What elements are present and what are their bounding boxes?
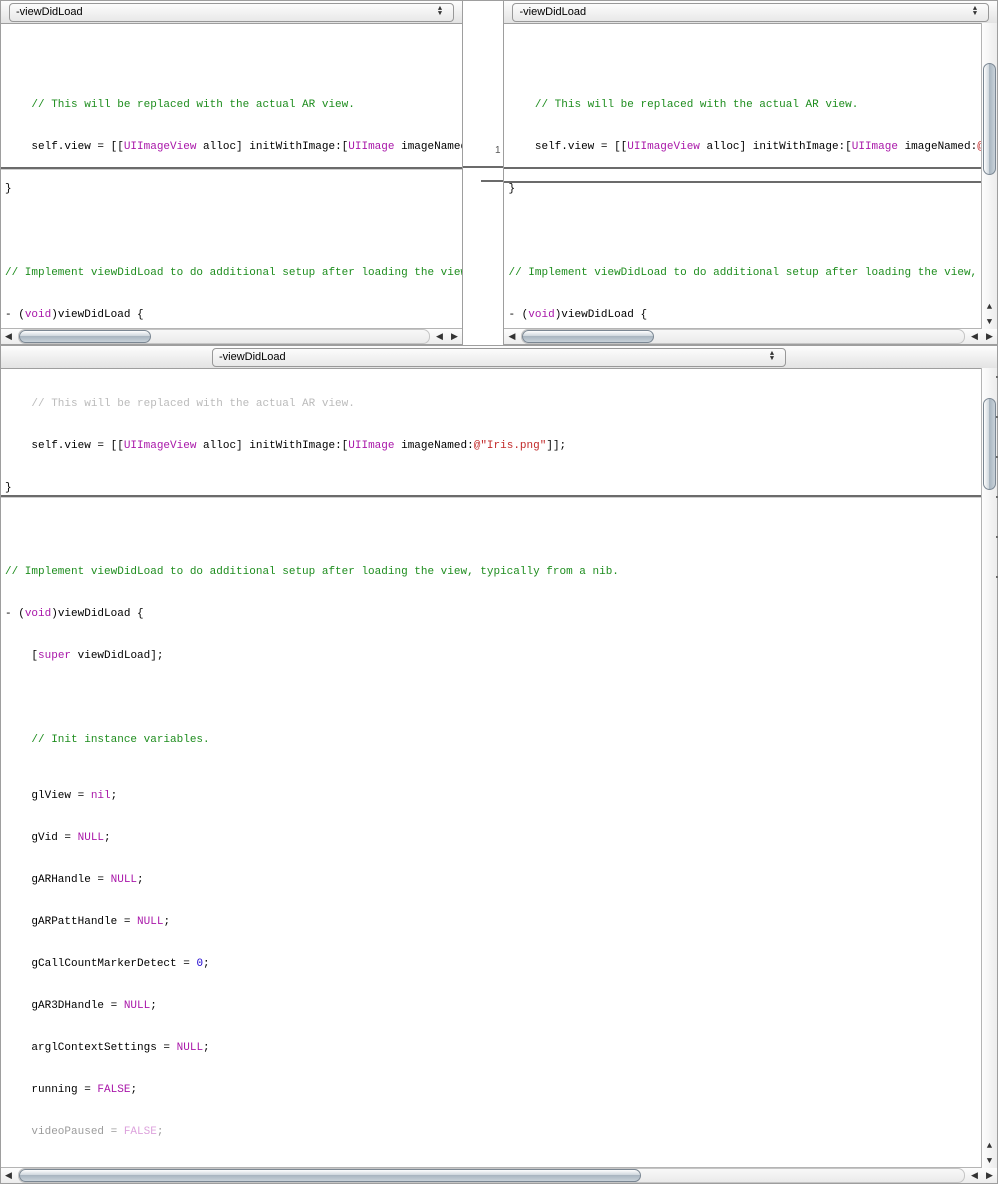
hscroll-thumb[interactable] xyxy=(19,330,151,343)
right-navbar: -viewDidLoad ▲▼ xyxy=(504,1,997,24)
scroll-right-icon[interactable]: ▶ xyxy=(982,1168,997,1183)
left-pane: -viewDidLoad ▲▼ // This will be replaced… xyxy=(0,0,463,345)
diff-rule-bottom xyxy=(1,495,997,497)
vscroll-track[interactable] xyxy=(982,23,997,299)
scroll-left-icon[interactable]: ◀ xyxy=(967,329,982,344)
hscroll-thumb[interactable] xyxy=(19,1169,641,1182)
method-dropdown-right[interactable]: -viewDidLoad ▲▼ xyxy=(512,3,989,22)
hscroll-track[interactable] xyxy=(521,329,965,344)
scroll-right-icon[interactable]: ▶ xyxy=(447,329,462,344)
vscroll-thumb[interactable] xyxy=(983,63,996,175)
updown-icon: ▲▼ xyxy=(765,352,779,362)
bottom-vscroll[interactable]: ▲ ▼ xyxy=(981,368,997,1168)
dropdown-label: -viewDidLoad xyxy=(16,6,433,18)
diff-connector xyxy=(463,166,483,168)
right-code[interactable]: // This will be replaced with the actual… xyxy=(504,24,997,328)
diff-rule-left xyxy=(1,167,462,169)
method-dropdown-left[interactable]: -viewDidLoad ▲▼ xyxy=(9,3,454,22)
diff-rule-right-bottom xyxy=(504,181,997,183)
hscroll-track[interactable] xyxy=(18,329,430,344)
bottom-hscroll[interactable]: ◀ ◀ ▶ xyxy=(1,1167,997,1183)
updown-icon: ▲▼ xyxy=(433,7,447,17)
scroll-up-icon[interactable]: ▲ xyxy=(982,299,997,314)
diff-connector xyxy=(481,166,503,168)
scroll-down-icon[interactable]: ▼ xyxy=(982,314,997,329)
bottom-pane: -viewDidLoad ▲▼ // This will be replaced… xyxy=(0,345,998,1184)
hscroll-track[interactable] xyxy=(18,1168,965,1183)
dropdown-label: -viewDidLoad xyxy=(219,351,765,363)
dropdown-label: -viewDidLoad xyxy=(519,6,968,18)
diff-count-label: 1 xyxy=(495,145,501,156)
scroll-down-icon[interactable]: ▼ xyxy=(982,1153,997,1168)
diff-gutter: 1 xyxy=(463,0,503,345)
diff-rule-right-top xyxy=(504,167,997,169)
updown-icon: ▲▼ xyxy=(968,7,982,17)
diff-connector xyxy=(481,180,503,182)
vscroll-track[interactable] xyxy=(982,368,997,1138)
hscroll-thumb[interactable] xyxy=(522,330,654,343)
scroll-up-icon[interactable]: ▲ xyxy=(982,1138,997,1153)
right-hscroll[interactable]: ◀ ◀ ▶ xyxy=(504,328,997,344)
scroll-left-icon[interactable]: ◀ xyxy=(1,1168,16,1183)
scroll-left-icon[interactable]: ◀ xyxy=(504,329,519,344)
scroll-left-icon[interactable]: ◀ xyxy=(1,329,16,344)
diff-viewer: -viewDidLoad ▲▼ // This will be replaced… xyxy=(0,0,998,650)
bottom-navbar: -viewDidLoad ▲▼ xyxy=(1,346,997,369)
scroll-right-icon[interactable]: ▶ xyxy=(982,329,997,344)
top-row: -viewDidLoad ▲▼ // This will be replaced… xyxy=(0,0,998,345)
bottom-code[interactable]: // This will be replaced with the actual… xyxy=(1,369,997,1167)
scroll-left-icon[interactable]: ◀ xyxy=(967,1168,982,1183)
left-navbar: -viewDidLoad ▲▼ xyxy=(1,1,462,24)
right-pane: -viewDidLoad ▲▼ // This will be replaced… xyxy=(503,0,998,345)
right-vscroll[interactable]: ▲ ▼ xyxy=(981,23,997,329)
vscroll-thumb[interactable] xyxy=(983,398,996,490)
method-dropdown-bottom[interactable]: -viewDidLoad ▲▼ xyxy=(212,348,786,367)
left-code[interactable]: // This will be replaced with the actual… xyxy=(1,24,462,328)
scroll-left-icon[interactable]: ◀ xyxy=(432,329,447,344)
left-hscroll[interactable]: ◀ ◀ ▶ xyxy=(1,328,462,344)
